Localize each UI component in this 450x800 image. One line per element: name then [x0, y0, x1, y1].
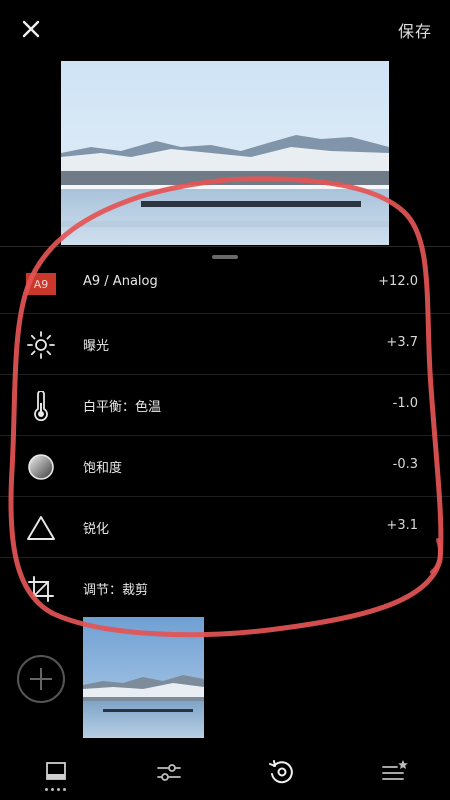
tab-favorites[interactable]	[376, 754, 412, 790]
favorites-list-icon	[382, 760, 408, 780]
edit-label: A9 / Analog	[83, 274, 158, 289]
save-button[interactable]: 保存	[398, 18, 432, 42]
tab-history[interactable]	[264, 754, 300, 790]
active-tab-indicator	[45, 788, 66, 791]
edit-value: +12.0	[378, 274, 418, 289]
exposure-sun-icon	[24, 329, 58, 361]
edit-value: +3.1	[386, 518, 418, 533]
edit-row-crop[interactable]: 调节：裁剪	[0, 558, 450, 619]
crop-icon	[24, 573, 58, 605]
edit-label: 锐化	[83, 522, 110, 537]
edit-value: -0.3	[392, 457, 418, 472]
thermometer-icon	[24, 390, 58, 422]
edit-label: 调节：裁剪	[83, 583, 149, 598]
edit-value: -1.0	[392, 396, 418, 411]
photo-preview[interactable]	[61, 61, 389, 245]
add-photo-button[interactable]	[17, 655, 65, 703]
edit-label: 曝光	[83, 339, 110, 354]
edit-row-exposure[interactable]: 曝光 +3.7	[0, 314, 450, 375]
history-revert-icon	[269, 760, 293, 784]
preset-badge: A9	[24, 268, 58, 300]
tab-filmstrip[interactable]	[38, 754, 74, 790]
top-bar: 保存	[0, 0, 450, 60]
edit-value: +3.7	[386, 335, 418, 350]
edit-row-saturation[interactable]: 饱和度 -0.3	[0, 436, 450, 497]
edit-row-preset[interactable]: A9 A9 / Analog +12.0	[0, 253, 450, 314]
adjust-sliders-icon	[157, 764, 181, 781]
edit-history-list: A9 A9 / Analog +12.0 曝光 +3.7 白平衡：色温 -1.0…	[0, 253, 450, 619]
edit-label: 饱和度	[83, 461, 123, 476]
edit-row-white-balance[interactable]: 白平衡：色温 -1.0	[0, 375, 450, 436]
tab-adjust[interactable]	[151, 754, 187, 790]
saturation-circle-icon	[24, 451, 58, 483]
close-icon	[22, 20, 40, 38]
edit-label: 白平衡：色温	[83, 400, 162, 415]
photo-thumbnail[interactable]	[83, 617, 204, 738]
sheet-divider	[0, 246, 450, 247]
edit-row-sharpen[interactable]: 锐化 +3.1	[0, 497, 450, 558]
preset-badge-label: A9	[26, 273, 56, 295]
filmstrip-icon	[46, 762, 66, 780]
bottom-toolbar	[0, 744, 450, 800]
sharpen-triangle-icon	[24, 512, 58, 544]
close-button[interactable]	[18, 16, 44, 42]
